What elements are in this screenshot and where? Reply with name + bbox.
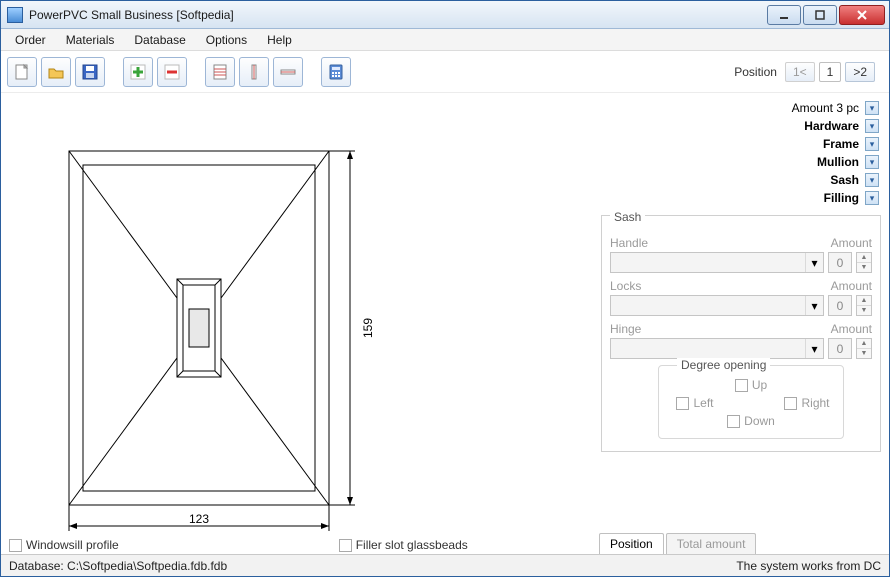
menu-bar: Order Materials Database Options Help: [1, 29, 889, 51]
position-current: 1: [819, 62, 842, 82]
locks-spinner[interactable]: ▲▼: [856, 295, 872, 316]
expand-icon[interactable]: ▾: [865, 191, 879, 205]
add-button[interactable]: [123, 57, 153, 87]
expand-icon[interactable]: ▾: [865, 119, 879, 133]
bottom-tabs: Position Total amount: [593, 533, 889, 554]
checkbox-icon: [784, 397, 797, 410]
property-hardware[interactable]: Hardware▾: [593, 117, 879, 135]
position-navigator: Position 1< 1 >2: [734, 62, 875, 82]
vertical-ruler-button[interactable]: [239, 57, 269, 87]
remove-button[interactable]: [157, 57, 187, 87]
checkbox-icon: [339, 539, 352, 552]
menu-order[interactable]: Order: [5, 31, 56, 49]
chevron-down-icon: ▾: [805, 253, 823, 272]
menu-materials[interactable]: Materials: [56, 31, 125, 49]
handle-label: Handle: [610, 236, 822, 250]
checkbox-icon: [727, 415, 740, 428]
status-system: The system works from DC: [736, 559, 881, 573]
property-frame[interactable]: Frame▾: [593, 135, 879, 153]
chevron-down-icon: ▾: [805, 339, 823, 358]
property-sash[interactable]: Sash▾: [593, 171, 879, 189]
minimize-button[interactable]: [767, 5, 801, 25]
windowsill-label: Windowsill profile: [26, 538, 119, 552]
menu-database[interactable]: Database: [124, 31, 195, 49]
filler-slot-label: Filler slot glassbeads: [356, 538, 468, 552]
calculator-button[interactable]: [321, 57, 351, 87]
sash-section: Sash HandleAmount ▾ 0 ▲▼ LocksAmount ▾ 0…: [601, 215, 881, 452]
handle-amount[interactable]: 0: [828, 252, 852, 273]
amount-row: Amount 3 pc ▾: [593, 99, 879, 117]
hinge-amount[interactable]: 0: [828, 338, 852, 359]
checkbox-icon: [676, 397, 689, 410]
expand-icon[interactable]: ▾: [865, 137, 879, 151]
window-title: PowerPVC Small Business [Softpedia]: [29, 8, 767, 22]
menu-options[interactable]: Options: [196, 31, 257, 49]
new-button[interactable]: [7, 57, 37, 87]
degree-opening-title: Degree opening: [677, 358, 770, 372]
width-dimension[interactable]: 123: [189, 512, 209, 526]
title-bar: PowerPVC Small Business [Softpedia]: [1, 1, 889, 29]
position-label: Position: [734, 65, 777, 79]
checkbox-icon: [735, 379, 748, 392]
hinge-spinner[interactable]: ▲▼: [856, 338, 872, 359]
degree-opening-group: Degree opening Up Left Right Down: [658, 365, 844, 439]
checkbox-icon: [9, 539, 22, 552]
property-mullion[interactable]: Mullion▾: [593, 153, 879, 171]
toolbar: Position 1< 1 >2: [1, 51, 889, 93]
locks-amount[interactable]: 0: [828, 295, 852, 316]
menu-help[interactable]: Help: [257, 31, 302, 49]
windowsill-checkbox[interactable]: Windowsill profile: [9, 538, 119, 552]
degree-up-checkbox[interactable]: Up: [735, 378, 767, 392]
position-prev-button[interactable]: 1<: [785, 62, 815, 82]
handle-combo[interactable]: ▾: [610, 252, 824, 273]
tab-total-amount[interactable]: Total amount: [666, 533, 757, 554]
handle-spinner[interactable]: ▲▼: [856, 252, 872, 273]
degree-left-checkbox[interactable]: Left: [676, 396, 713, 410]
app-icon: [7, 7, 23, 23]
degree-down-checkbox[interactable]: Down: [727, 414, 775, 428]
close-button[interactable]: [839, 5, 885, 25]
property-filling[interactable]: Filling▾: [593, 189, 879, 207]
expand-icon[interactable]: ▾: [865, 173, 879, 187]
hinge-combo[interactable]: ▾: [610, 338, 824, 359]
sash-section-title: Sash: [610, 210, 645, 224]
open-button[interactable]: [41, 57, 71, 87]
position-next-button[interactable]: >2: [845, 62, 875, 82]
properties-panel: Amount 3 pc ▾ Hardware▾ Frame▾ Mullion▾ …: [592, 93, 889, 554]
ledger-button[interactable]: [205, 57, 235, 87]
save-button[interactable]: [75, 57, 105, 87]
expand-icon[interactable]: ▾: [865, 101, 879, 115]
locks-combo[interactable]: ▾: [610, 295, 824, 316]
filler-slot-checkbox[interactable]: Filler slot glassbeads: [339, 538, 468, 552]
hinge-label: Hinge: [610, 322, 822, 336]
tab-position[interactable]: Position: [599, 533, 664, 554]
locks-label: Locks: [610, 279, 822, 293]
drawing-canvas[interactable]: 123 159 Windowsill profile Filler slot g…: [1, 93, 592, 554]
height-dimension[interactable]: 159: [361, 318, 375, 338]
chevron-down-icon: ▾: [805, 296, 823, 315]
horizontal-ruler-button[interactable]: [273, 57, 303, 87]
maximize-button[interactable]: [803, 5, 837, 25]
degree-right-checkbox[interactable]: Right: [784, 396, 829, 410]
expand-icon[interactable]: ▾: [865, 155, 879, 169]
